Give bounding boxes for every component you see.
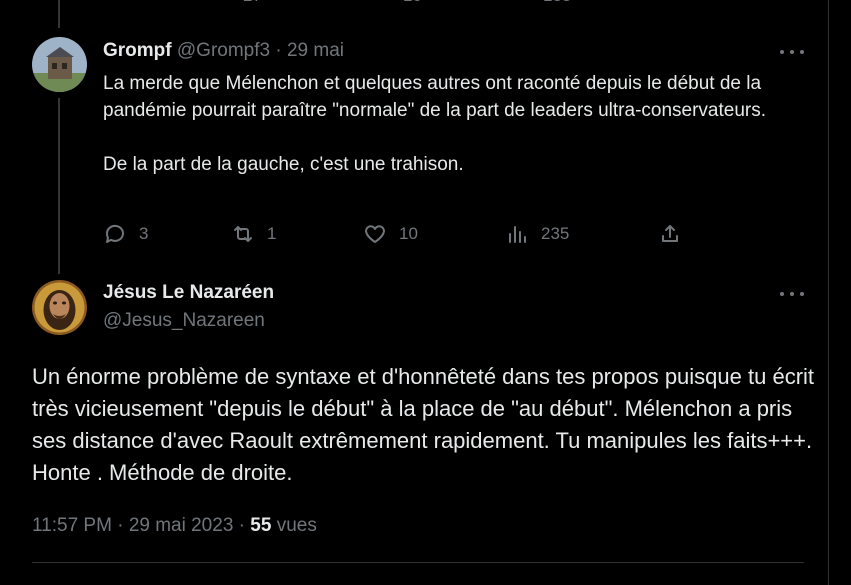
retweet-icon [234, 226, 252, 242]
action-bar: 3 1 10 235 [103, 222, 703, 250]
views-count: 235 [541, 224, 570, 243]
tweet-date[interactable]: 29 mai 2023 [129, 515, 234, 536]
author-name[interactable]: Grompf [103, 40, 172, 61]
avatar-image [32, 280, 87, 335]
tweet-date[interactable]: 29 mai [287, 40, 344, 61]
share-button[interactable] [658, 222, 682, 246]
thread-line [58, 0, 60, 28]
reply-count: 3 [139, 224, 149, 243]
retweet-count: 1 [267, 224, 277, 243]
separator: · [275, 40, 282, 61]
like-count: 10 [399, 224, 418, 243]
author-handle[interactable]: @Jesus_Nazareen [103, 310, 265, 332]
previous-tweet-actions: ⟳ 27 10 185 [103, 0, 703, 6]
reply-header: Grompf @Grompf3 · 29 mai [103, 40, 344, 62]
retweet-count: 27 [243, 0, 262, 6]
more-icon[interactable] [780, 289, 804, 299]
views-count: 55 [250, 515, 272, 536]
separator: · [238, 515, 245, 536]
like-icon [365, 225, 385, 243]
tweet-text: La merde que Mélenchon et quelques autre… [103, 70, 793, 178]
like-button[interactable]: 10 [363, 222, 418, 246]
share-icon [662, 225, 678, 242]
reply-icon[interactable]: ⟳ [103, 0, 117, 6]
avatar[interactable] [32, 37, 87, 92]
divider [32, 562, 804, 563]
timeline-column: ⟳ 27 10 185 Grompf @Grompf3 · 29 mai La [0, 0, 829, 585]
like-count: 10 [403, 0, 422, 6]
avatar-image [32, 37, 87, 92]
tweet-time[interactable]: 11:57 PM [32, 515, 112, 536]
reply-icon [105, 224, 124, 243]
separator: · [117, 515, 124, 536]
author-handle[interactable]: @Grompf3 [177, 40, 270, 61]
avatar[interactable] [32, 280, 87, 335]
views-label: vues [276, 515, 317, 536]
tweet-meta: 11:57 PM · 29 mai 2023 · 55 vues [32, 515, 317, 537]
author-name[interactable]: Jésus Le Nazaréen [103, 282, 274, 304]
thread-line [58, 98, 60, 274]
tweet-paragraph: De la part de la gauche, c'est une trahi… [103, 154, 464, 175]
views-button[interactable]: 235 [505, 222, 569, 246]
retweet-button[interactable]: 1 [231, 222, 276, 246]
reply-button[interactable]: 3 [103, 222, 148, 246]
views-count: 185 [543, 0, 571, 6]
more-icon[interactable] [780, 47, 804, 57]
tweet-text: Un énorme problème de syntaxe et d'honnê… [32, 364, 815, 485]
tweet-paragraph: La merde que Mélenchon et quelques autre… [103, 73, 767, 121]
views-icon [509, 226, 526, 243]
